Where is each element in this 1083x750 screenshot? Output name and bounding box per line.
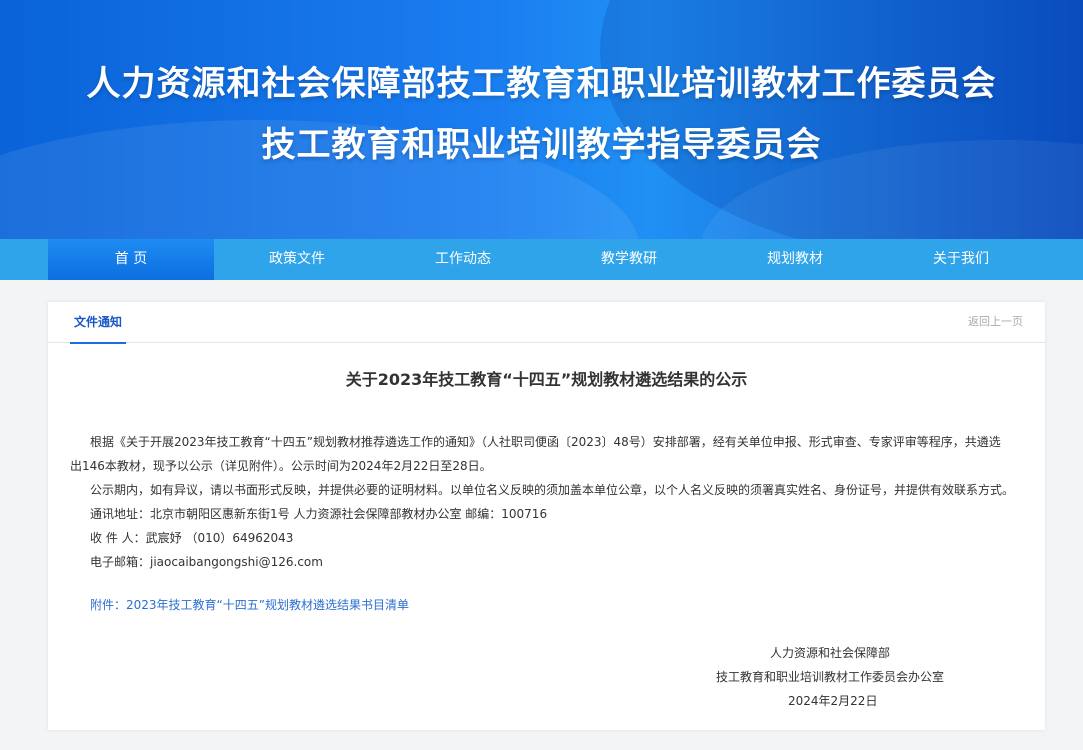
nav-item-home[interactable]: 首 页 (48, 239, 214, 280)
card-header: 文件通知 返回上一页 (48, 302, 1045, 344)
paragraph-1-line2: 出146本教材，现予以公示（详见附件）。公示时间为2024年2月22日至28日。 (70, 459, 492, 473)
signature-date: 2024年2月22日 (788, 694, 878, 708)
signature-org2: 技工教育和职业培训教材工作委员会办公室 (716, 670, 945, 684)
nav-item-news[interactable]: 工作动态 (380, 239, 546, 280)
paragraph-2: 公示期内，如有异议，请以书面形式反映，并提供必要的证明材料。以单位名义反映的须加… (90, 483, 1015, 497)
nav-item-policy[interactable]: 政策文件 (214, 239, 380, 280)
nav-item-textbooks[interactable]: 规划教材 (712, 239, 878, 280)
article-body: 根据《关于开展2023年技工教育“十四五”规划教材推荐遴选工作的通知》（人社职司… (70, 430, 1020, 574)
back-link[interactable]: 返回上一页 (968, 302, 1023, 342)
attachment-link[interactable]: 附件：2023年技工教育“十四五”规划教材遴选结果书目清单 (90, 596, 409, 613)
article-card: 文件通知 返回上一页 关于2023年技工教育“十四五”规划教材遴选结果的公示 根… (48, 302, 1045, 730)
site-title-line1: 人力资源和社会保障部技工教育和职业培训教材工作委员会 (86, 64, 997, 104)
signature-org1: 人力资源和社会保障部 (770, 646, 891, 660)
nav-item-teaching[interactable]: 教学教研 (546, 239, 712, 280)
header-banner: 人力资源和社会保障部技工教育和职业培训教材工作委员会 技工教育和职业培训教学指导… (0, 0, 1083, 239)
site-title-line2: 技工教育和职业培训教学指导委员会 (261, 125, 822, 165)
nav-item-about[interactable]: 关于我们 (878, 239, 1044, 280)
contact-recipient: 收 件 人：武宸妤 （010）64962043 (90, 531, 294, 545)
article-title: 关于2023年技工教育“十四五”规划教材遴选结果的公示 (345, 370, 748, 389)
main-nav: 首 页 政策文件 工作动态 教学教研 规划教材 关于我们 (0, 239, 1083, 280)
contact-address: 通讯地址：北京市朝阳区惠新东街1号 人力资源社会保障部教材办公室 邮编：1007… (90, 507, 548, 521)
contact-email: 电子邮箱：jiaocaibangongshi@126.com (90, 555, 323, 569)
tab-notices[interactable]: 文件通知 (70, 302, 127, 344)
paragraph-1-line1: 根据《关于开展2023年技工教育“十四五”规划教材推荐遴选工作的通知》（人社职司… (90, 435, 1001, 449)
